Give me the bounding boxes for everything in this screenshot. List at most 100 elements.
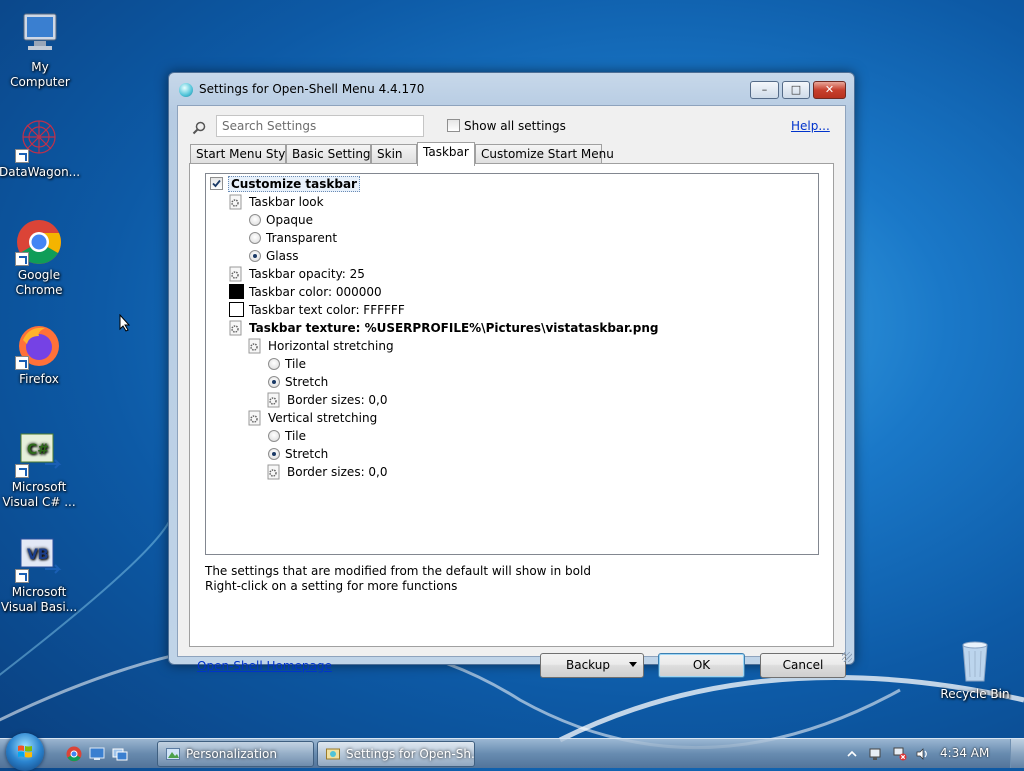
tree-item-opaque[interactable]: Opaque <box>249 210 313 228</box>
radio-selected-icon <box>249 249 261 262</box>
checkbox-checked-icon <box>210 177 223 190</box>
tree-item-taskbar-look[interactable]: Taskbar look <box>228 192 324 210</box>
recycle-bin-icon <box>951 637 999 685</box>
open-shell-icon <box>326 748 340 760</box>
show-desktop-button[interactable] <box>1010 739 1024 768</box>
radio-icon <box>268 429 280 442</box>
minimize-button[interactable]: – <box>750 81 779 99</box>
color-swatch-black <box>229 284 244 299</box>
tree-item-glass[interactable]: Glass <box>249 246 299 264</box>
gear-icon <box>267 392 280 407</box>
window-title: Settings for Open-Shell Menu 4.4.170 <box>199 82 425 96</box>
taskbar-tab-panel: Customize taskbar Taskbar look Opaque Tr… <box>189 163 834 647</box>
desktop-icon-visual-csharp[interactable]: C# Microsoft Visual C# ... <box>0 430 79 510</box>
close-button[interactable]: ✕ <box>813 81 846 99</box>
close-icon: ✕ <box>824 83 835 96</box>
tree-item-horizontal-stretching[interactable]: Horizontal stretching <box>247 336 394 354</box>
desktop-icon-my-computer[interactable]: My Computer <box>0 10 80 90</box>
tree-item-taskbar-texture[interactable]: Taskbar texture: %USERPROFILE%\Pictures\… <box>228 318 659 336</box>
desktop-icon-firefox[interactable]: Firefox <box>0 322 79 387</box>
window-titlebar[interactable]: Settings for Open-Shell Menu 4.4.170 – □… <box>169 73 854 105</box>
chrome-icon[interactable] <box>66 746 82 762</box>
desktop-icon-label: Microsoft Visual C# ... <box>2 480 76 509</box>
tree-item-h-stretch[interactable]: Stretch <box>268 372 328 390</box>
show-all-settings-checkbox[interactable]: Show all settings <box>447 118 566 133</box>
tree-item-v-tile[interactable]: Tile <box>268 426 306 444</box>
svg-text:VB: VB <box>27 547 49 563</box>
tree-item-customize-taskbar[interactable]: Customize taskbar <box>210 174 360 192</box>
computer-icon <box>16 10 64 58</box>
tree-item-v-stretch[interactable]: Stretch <box>268 444 328 462</box>
show-desktop-quicklaunch-icon[interactable] <box>89 746 105 762</box>
tree-item-transparent[interactable]: Transparent <box>249 228 337 246</box>
tab-customize-start-menu[interactable]: Customize Start Menu <box>475 144 614 164</box>
shortcut-arrow-icon <box>15 464 29 478</box>
desktop-icon-label: My Computer <box>10 60 70 89</box>
ok-button[interactable]: OK <box>658 653 745 678</box>
cancel-button[interactable]: Cancel <box>760 653 846 678</box>
backup-button-label: Backup <box>566 658 610 672</box>
desktop-icon-recycle-bin[interactable]: Recycle Bin <box>935 637 1015 702</box>
gear-icon <box>229 266 242 281</box>
desktop-icon-visual-basic[interactable]: VB Microsoft Visual Basi... <box>0 535 79 615</box>
tree-item-vertical-stretching[interactable]: Vertical stretching <box>247 408 377 426</box>
settings-tree[interactable]: Customize taskbar Taskbar look Opaque Tr… <box>205 173 819 555</box>
tree-item-taskbar-color[interactable]: Taskbar color: 000000 <box>229 282 382 300</box>
tab-taskbar[interactable]: Taskbar <box>417 142 475 166</box>
tab-start-menu-style[interactable]: Start Menu Style <box>190 144 296 164</box>
open-shell-icon <box>179 83 193 97</box>
shortcut-arrow-icon <box>15 569 29 583</box>
show-all-settings-label: Show all settings <box>464 118 566 133</box>
visual-csharp-icon: C# <box>15 430 63 478</box>
volume-icon[interactable] <box>915 747 929 761</box>
maximize-button[interactable]: □ <box>782 81 810 99</box>
search-input[interactable]: Search Settings <box>216 115 424 137</box>
maximize-icon: □ <box>790 83 802 96</box>
radio-icon <box>249 213 261 226</box>
tree-item-h-tile[interactable]: Tile <box>268 354 306 372</box>
gear-icon <box>267 464 280 479</box>
personalization-icon <box>166 748 180 760</box>
start-button[interactable] <box>6 733 44 771</box>
desktop-icon-label: Google Chrome <box>15 268 63 297</box>
settings-window: Settings for Open-Shell Menu 4.4.170 – □… <box>168 72 855 678</box>
tree-item-h-border-sizes[interactable]: Border sizes: 0,0 <box>266 390 388 408</box>
datawagon-icon <box>15 115 63 163</box>
shortcut-arrow-icon <box>15 252 29 266</box>
taskbar-button-open-shell-settings[interactable]: Settings for Open-Sh... <box>317 741 475 767</box>
gear-icon <box>229 320 242 335</box>
desktop-icon-datawagon[interactable]: DataWagon... <box>0 115 81 180</box>
mouse-cursor-icon <box>119 314 131 332</box>
radio-icon <box>268 357 280 370</box>
desktop-icon-label: Recycle Bin <box>940 687 1010 701</box>
backup-button[interactable]: Backup <box>540 653 644 678</box>
radio-selected-icon <box>268 375 280 388</box>
help-link[interactable]: Help... <box>791 119 830 133</box>
show-hidden-icons-chevron-icon[interactable] <box>845 747 859 761</box>
tree-item-taskbar-opacity[interactable]: Taskbar opacity: 25 <box>228 264 365 282</box>
shortcut-arrow-icon <box>15 149 29 163</box>
tab-basic-settings[interactable]: Basic Settings <box>286 144 377 164</box>
network-disconnected-icon[interactable] <box>893 747 907 761</box>
dropdown-arrow-icon <box>629 662 637 667</box>
open-shell-homepage-link[interactable]: Open-Shell Homepage <box>197 659 332 673</box>
color-swatch-white <box>229 302 244 317</box>
desktop-icon-label: DataWagon... <box>0 165 81 179</box>
switch-windows-icon[interactable] <box>112 746 128 762</box>
tree-item-taskbar-text-color[interactable]: Taskbar text color: FFFFFF <box>229 300 405 318</box>
gear-icon <box>248 338 261 353</box>
resize-grip[interactable] <box>842 652 852 662</box>
tree-item-v-border-sizes[interactable]: Border sizes: 0,0 <box>266 462 388 480</box>
desktop-icon-chrome[interactable]: Google Chrome <box>0 218 79 298</box>
svg-text:C#: C# <box>27 442 49 458</box>
window-client-area: Search Settings Show all settings Help..… <box>177 105 846 678</box>
taskbar-clock[interactable]: 4:34 AM <box>940 746 989 760</box>
info-text-bold-note: The settings that are modified from the … <box>205 564 591 578</box>
gear-icon <box>248 410 261 425</box>
shortcut-arrow-icon <box>15 356 29 370</box>
taskbar: Personalization Settings for Open-Sh... … <box>0 733 1024 771</box>
action-center-flag-icon[interactable] <box>868 747 882 761</box>
checkbox-icon <box>447 119 460 132</box>
tab-skin[interactable]: Skin <box>371 144 417 164</box>
taskbar-button-personalization[interactable]: Personalization <box>157 741 314 767</box>
